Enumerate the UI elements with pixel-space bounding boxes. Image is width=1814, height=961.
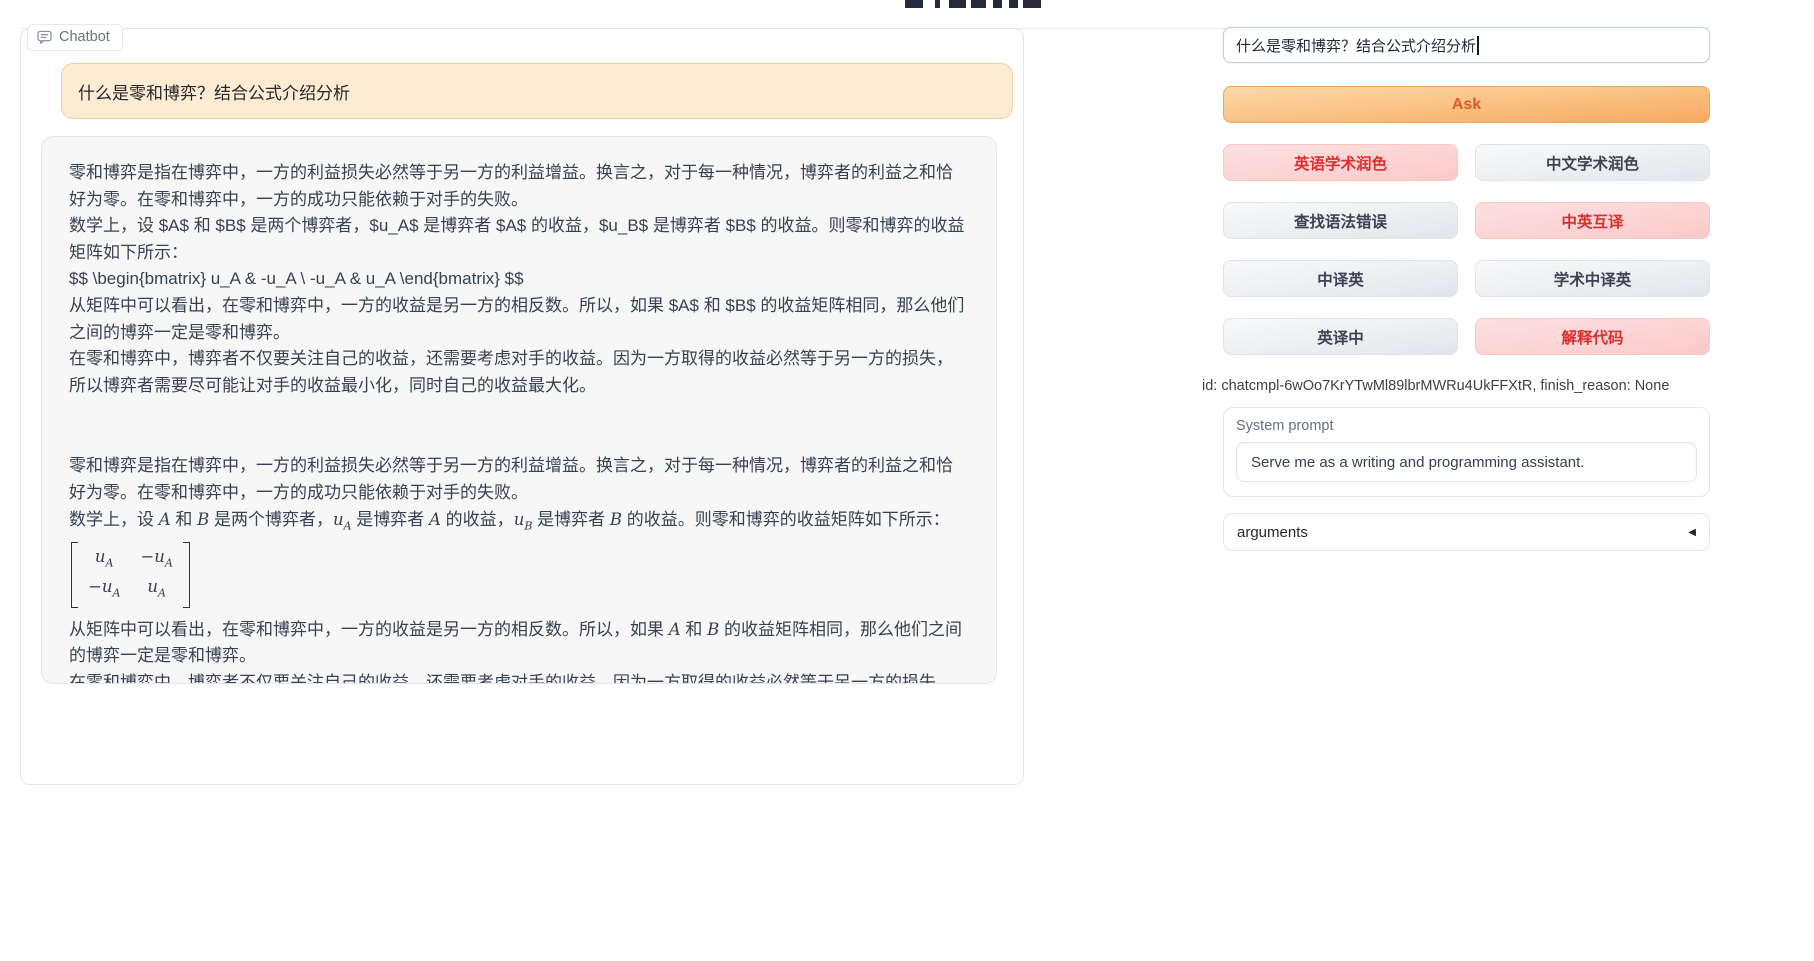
bot-raw-p2: 数学上，设 $A$ 和 $B$ 是两个博弈者，$u_A$ 是博弈者 $A$ 的收… — [69, 213, 969, 266]
math-var: A — [159, 510, 171, 529]
bot-raw-p4: 从矩阵中可以看出，在零和博弈中，一方的收益是另一方的相反数。所以，如果 $A$ … — [69, 293, 969, 346]
bot-rendered-p4: 在零和博弈中，博弈者不仅要关注自己的收益，还需要考虑对手的收益。因为一方取得的收… — [69, 670, 969, 684]
math-var: B — [610, 510, 622, 529]
ask-button[interactable]: Ask — [1223, 86, 1710, 123]
math-var: B — [197, 510, 209, 529]
clipped-page-title — [897, 0, 1047, 8]
math-var: B — [707, 620, 719, 639]
button-find-grammar-errors[interactable]: 查找语法错误 — [1223, 202, 1458, 239]
chat-bubble-icon — [37, 30, 52, 44]
math-var: uB — [514, 510, 533, 529]
bot-raw-p1: 零和博弈是指在博弈中，一方的利益损失必然等于另一方的利益增益。换言之，对于每一种… — [69, 160, 969, 213]
chatbot-label: Chatbot — [59, 29, 110, 45]
user-message-text: 什么是零和博弈？结合公式介绍分析 — [78, 79, 350, 104]
math-var: A — [429, 510, 441, 529]
button-en-to-zh[interactable]: 英译中 — [1223, 318, 1458, 355]
button-zh-to-en[interactable]: 中译英 — [1223, 260, 1458, 297]
system-prompt-group: System prompt Serve me as a writing and … — [1223, 407, 1710, 497]
status-text: id: chatcmpl-6wOo7KrYTwMl89lbrMWRu4UkFFX… — [1202, 378, 1710, 394]
bot-raw-latex: $$ \begin{bmatrix} u_A & -u_A \ -u_A & u… — [69, 266, 969, 293]
prompt-input[interactable]: 什么是零和博弈？结合公式介绍分析 — [1223, 27, 1710, 63]
system-prompt-input[interactable]: Serve me as a writing and programming as… — [1236, 442, 1697, 482]
bot-raw-p5: 在零和博弈中，博弈者不仅要关注自己的收益，还需要考虑对手的收益。因为一方取得的收… — [69, 346, 969, 399]
matrix-left-bracket — [71, 542, 78, 608]
chatbot-panel: Chatbot 什么是零和博弈？结合公式介绍分析 零和博弈是指在博弈中，一方的利… — [20, 28, 1024, 785]
prompt-input-value: 什么是零和博弈？结合公式介绍分析 — [1236, 35, 1476, 56]
button-explain-code[interactable]: 解释代码 — [1475, 318, 1710, 355]
bot-paragraph-rendered: 零和博弈是指在博弈中，一方的利益损失必然等于另一方的利益增益。换言之，对于每一种… — [69, 453, 969, 684]
user-message: 什么是零和博弈？结合公式介绍分析 — [61, 63, 1013, 119]
math-var: A — [669, 620, 681, 639]
bot-message: 零和博弈是指在博弈中，一方的利益损失必然等于另一方的利益增益。换言之，对于每一种… — [41, 136, 997, 684]
app-root: Chatbot 什么是零和博弈？结合公式介绍分析 零和博弈是指在博弈中，一方的利… — [0, 0, 1814, 961]
bot-rendered-p3: 从矩阵中可以看出，在零和博弈中，一方的收益是另一方的相反数。所以，如果 A 和 … — [69, 617, 969, 670]
button-academic-zh-to-en[interactable]: 学术中译英 — [1475, 260, 1710, 297]
bot-rendered-p1: 零和博弈是指在博弈中，一方的利益损失必然等于另一方的利益增益。换言之，对于每一种… — [69, 453, 969, 506]
chevron-left-icon: ◀ — [1688, 527, 1696, 538]
system-prompt-label: System prompt — [1236, 418, 1697, 434]
text-caret — [1477, 36, 1479, 55]
payoff-matrix: uA −uA −uA uA — [71, 542, 190, 608]
accordion-label: arguments — [1237, 524, 1308, 541]
button-chinese-academic-polish[interactable]: 中文学术润色 — [1475, 144, 1710, 181]
control-column: 什么是零和博弈？结合公式介绍分析 Ask 英语学术润色 中文学术润色 查找语法错… — [1223, 27, 1710, 551]
system-prompt-value: Serve me as a writing and programming as… — [1251, 454, 1584, 471]
button-zh-en-mutual-translate[interactable]: 中英互译 — [1475, 202, 1710, 239]
bot-rendered-math-line: 数学上，设 A 和 B 是两个博弈者，uA 是博弈者 A 的收益，uB 是博弈者… — [69, 507, 969, 540]
matrix-right-bracket — [183, 542, 190, 608]
quick-action-grid: 英语学术润色 中文学术润色 查找语法错误 中英互译 中译英 学术中译英 英译中 … — [1223, 144, 1710, 355]
arguments-accordion[interactable]: arguments ◀ — [1223, 513, 1710, 551]
bot-paragraph-raw: 零和博弈是指在博弈中，一方的利益损失必然等于另一方的利益增益。换言之，对于每一种… — [69, 160, 969, 399]
button-english-academic-polish[interactable]: 英语学术润色 — [1223, 144, 1458, 181]
chatbot-label-tab: Chatbot — [27, 24, 123, 51]
math-var: uA — [333, 510, 352, 529]
